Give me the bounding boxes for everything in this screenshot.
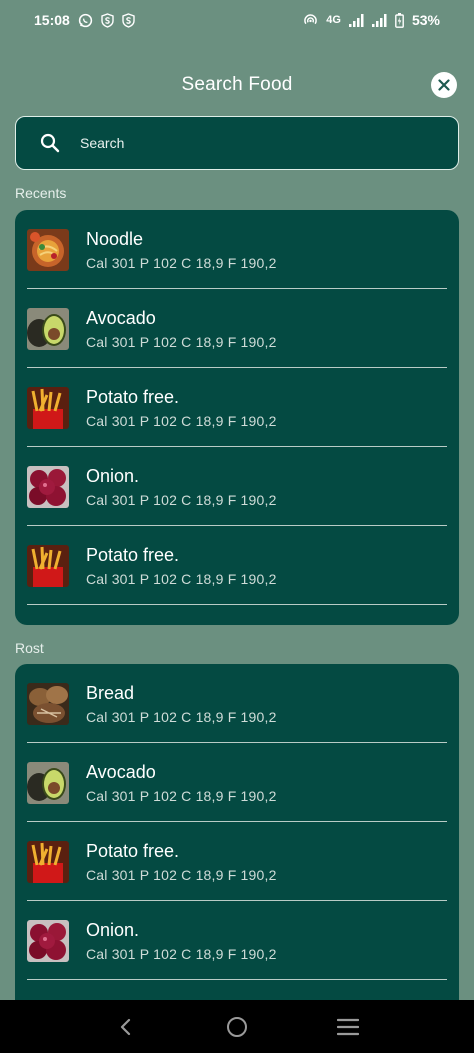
rost-list: Bread Cal 301 P 102 C 18,9 F 190,2 Avoca… bbox=[15, 664, 459, 1000]
network-type: 4G bbox=[326, 14, 341, 26]
status-left: 15:08 bbox=[34, 12, 135, 28]
food-macros: Cal 301 P 102 C 18,9 F 190,2 bbox=[86, 946, 277, 962]
hotspot-icon bbox=[303, 13, 318, 27]
list-item[interactable]: Potato free. Cal 301 P 102 C 18,9 F 190,… bbox=[15, 822, 459, 901]
status-right: 4G 53% bbox=[303, 12, 440, 28]
food-name: Potato free. bbox=[86, 545, 180, 565]
food-macros: Cal 301 P 102 C 18,9 F 190,2 bbox=[86, 788, 277, 804]
food-name: Onion. bbox=[86, 466, 140, 486]
onion-image bbox=[27, 919, 69, 962]
battery-charging-icon bbox=[395, 12, 404, 28]
list-item[interactable]: Potato free. Cal 301 P 102 C 18,9 F 190,… bbox=[15, 526, 459, 605]
food-name: Avocado bbox=[86, 762, 156, 782]
list-item[interactable]: Noodle Cal 301 P 102 C 18,9 F 190,2 bbox=[15, 210, 459, 289]
list-item[interactable]: Bread Cal 301 P 102 C 18,9 F 190,2 bbox=[15, 664, 459, 743]
list-item[interactable]: Avocado Cal 301 P 102 C 18,9 F 190,2 bbox=[15, 743, 459, 822]
fries-image bbox=[27, 386, 69, 429]
section-label-recents: Recents bbox=[15, 185, 67, 201]
recents-list: Noodle Cal 301 P 102 C 18,9 F 190,2 Avoc… bbox=[15, 210, 459, 625]
avocado-image bbox=[27, 307, 69, 350]
close-icon bbox=[438, 79, 450, 91]
food-macros: Cal 301 P 102 C 18,9 F 190,2 bbox=[86, 334, 277, 350]
list-item[interactable]: Potato free. Cal 301 P 102 C 18,9 F 190,… bbox=[15, 368, 459, 447]
fries-image bbox=[27, 544, 69, 587]
shield-s-icon bbox=[101, 12, 114, 28]
food-name: Avocado bbox=[86, 308, 156, 328]
bread-image bbox=[27, 682, 69, 725]
food-macros: Cal 301 P 102 C 18,9 F 190,2 bbox=[86, 867, 277, 883]
food-name: Onion. bbox=[86, 920, 140, 940]
header: Search Food bbox=[0, 62, 474, 108]
section-label-rost: Rost bbox=[15, 640, 44, 656]
food-macros: Cal 301 P 102 C 18,9 F 190,2 bbox=[86, 413, 277, 429]
fries-image bbox=[27, 840, 69, 883]
signal-icon bbox=[348, 13, 364, 27]
list-item[interactable]: Avocado Cal 301 P 102 C 18,9 F 190,2 bbox=[15, 289, 459, 368]
food-macros: Cal 301 P 102 C 18,9 F 190,2 bbox=[86, 255, 277, 271]
food-name: Potato free. bbox=[86, 841, 180, 861]
food-macros: Cal 301 P 102 C 18,9 F 190,2 bbox=[86, 709, 277, 725]
food-macros: Cal 301 P 102 C 18,9 F 190,2 bbox=[86, 492, 277, 508]
whatsapp-icon bbox=[78, 13, 93, 28]
food-name: Potato free. bbox=[86, 387, 180, 407]
recents-button[interactable] bbox=[328, 1007, 368, 1047]
search-icon bbox=[38, 131, 62, 155]
home-circle-icon bbox=[226, 1016, 247, 1037]
food-name: Noodle bbox=[86, 229, 144, 249]
avocado-image bbox=[27, 761, 69, 804]
food-macros: Cal 301 P 102 C 18,9 F 190,2 bbox=[86, 571, 277, 587]
food-name: Bread bbox=[86, 683, 135, 703]
page-title: Search Food bbox=[181, 74, 293, 95]
system-nav-bar bbox=[0, 1000, 474, 1053]
search-input[interactable] bbox=[80, 135, 420, 151]
onion-image bbox=[27, 465, 69, 508]
back-button[interactable] bbox=[106, 1007, 146, 1047]
close-button[interactable] bbox=[431, 72, 457, 98]
menu-lines-icon bbox=[337, 1018, 360, 1035]
chevron-left-icon bbox=[120, 1018, 130, 1035]
home-button[interactable] bbox=[217, 1007, 257, 1047]
noodle-image bbox=[27, 228, 69, 271]
list-item[interactable]: Onion. Cal 301 P 102 C 18,9 F 190,2 bbox=[15, 901, 459, 980]
battery-percent: 53% bbox=[411, 12, 440, 28]
shield-s-icon bbox=[122, 12, 135, 28]
status-bar: 15:08 4G 53% bbox=[0, 0, 474, 40]
signal-icon bbox=[371, 13, 387, 27]
status-time: 15:08 bbox=[34, 12, 70, 28]
list-item[interactable]: Onion. Cal 301 P 102 C 18,9 F 190,2 bbox=[15, 447, 459, 526]
search-bar[interactable] bbox=[15, 116, 459, 170]
